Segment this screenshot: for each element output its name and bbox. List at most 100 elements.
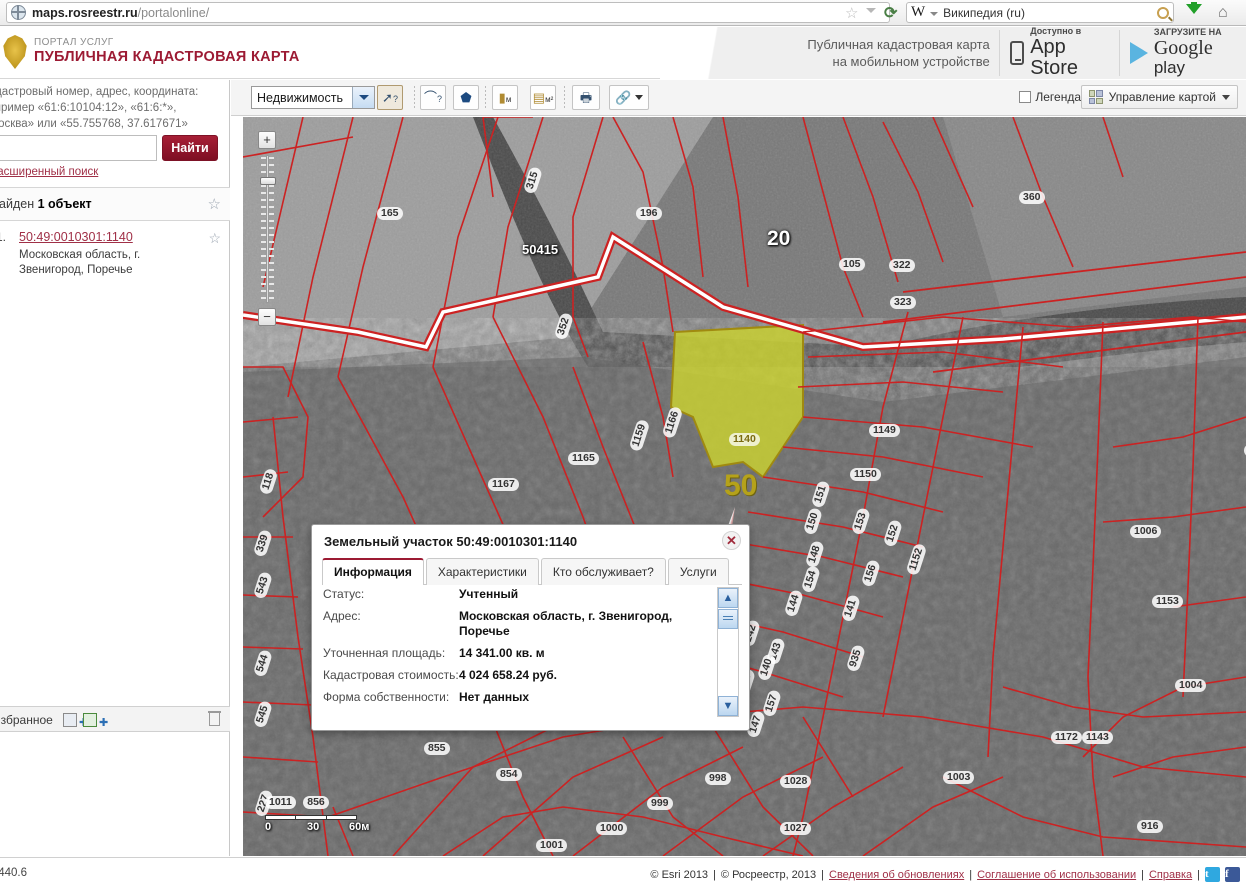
scale-bar-graphic: [265, 815, 357, 820]
google-play-icon: [1129, 42, 1148, 64]
legend-toggle[interactable]: Легенда: [1019, 90, 1081, 104]
search-row: Найти: [0, 135, 222, 161]
map-canvas[interactable]: 165 315 196 50415 20 360 105 322 323 352 1159 1166 1…: [243, 117, 1246, 856]
page-root: maps.rosreestr.ru/portalonline/ ☆ ⟳ W Ви…: [0, 0, 1246, 890]
scale-label-30: 30: [307, 821, 320, 833]
info-field-value: 14 341.00 кв. м: [459, 646, 545, 660]
tab-ктообслуживает[interactable]: Кто обслуживает?: [540, 558, 666, 585]
zoom-out-button[interactable]: −: [258, 308, 276, 326]
close-icon[interactable]: ✕: [722, 531, 741, 550]
polygon-question-tool-button[interactable]: ⬟: [453, 85, 479, 110]
download-icon[interactable]: [1186, 4, 1202, 14]
measure-area-tool-button[interactable]: ▤м²: [530, 85, 556, 110]
bookmark-star-icon[interactable]: ☆: [845, 4, 858, 22]
wikipedia-icon: W: [911, 4, 926, 20]
chevron-down-icon[interactable]: [1222, 94, 1230, 100]
scrollbar-thumb[interactable]: [718, 609, 738, 629]
footer-separator: |: [1141, 868, 1144, 881]
footer-links: © Esri 2013 | © Росреестр, 2013 | Сведен…: [650, 867, 1240, 882]
agreement-link[interactable]: Соглашение об использовании: [977, 869, 1136, 881]
scroll-up-button[interactable]: ▲: [718, 588, 738, 608]
active-tab-mask: [323, 584, 419, 586]
object-type-select[interactable]: Недвижимость: [251, 86, 375, 109]
found-prefix: Найден: [0, 197, 35, 211]
chevron-down-icon[interactable]: [634, 95, 643, 100]
list-item[interactable]: 1. 50:49:0010301:1140 Московская область…: [0, 222, 230, 276]
info-tool-button[interactable]: ➚?: [377, 85, 403, 110]
twitter-icon[interactable]: t: [1205, 867, 1220, 882]
home-icon[interactable]: ⌂: [1218, 4, 1228, 22]
map-toolbar: Недвижимость ➚? ⌒? ⬟ ▮м ▤м² 🖶 🔗 Легенда …: [231, 80, 1246, 116]
address-bar[interactable]: maps.rosreestr.ru/portalonline/: [6, 2, 890, 23]
popup-tabs: Информация Характеристики Кто обслуживает?…: [322, 558, 742, 585]
chevron-down-icon[interactable]: [930, 12, 939, 16]
measure-curve-tool-button[interactable]: ⌒?: [420, 85, 446, 110]
zoom-in-button[interactable]: +: [258, 131, 276, 149]
scroll-down-button[interactable]: ▼: [718, 696, 738, 716]
advanced-search-link[interactable]: Расширенный поиск: [0, 166, 98, 178]
printer-icon: 🖶: [579, 90, 593, 105]
promo-line-2: на мобильном устройстве: [832, 54, 990, 69]
results-header: Найден 1 объект ☆: [0, 188, 230, 221]
info-field-label: Кадастровая стоимость:: [323, 668, 459, 682]
scale-label-0: 0: [265, 821, 272, 833]
import-favorites-icon[interactable]: [63, 713, 77, 727]
result-cadastral-link[interactable]: 50:49:0010301:1140: [19, 230, 133, 244]
esri-copyright: © Esri 2013: [650, 868, 709, 881]
chevron-down-icon[interactable]: [866, 8, 876, 13]
facebook-icon[interactable]: f: [1225, 867, 1240, 882]
info-row: Адрес: Московская область, г. Звенигород,…: [323, 609, 741, 639]
search-icon[interactable]: [1154, 4, 1172, 21]
curve-question-icon: ⌒?: [423, 90, 443, 105]
scale-bar: 1011 856 0 30 60м: [265, 792, 375, 835]
google-play-main-label: Google: [1153, 36, 1213, 59]
zoom-slider-thumb[interactable]: [260, 177, 276, 185]
footer-separator: |: [969, 868, 973, 881]
tab-характеристики[interactable]: Характеристики: [425, 558, 539, 585]
info-field-label: Статус:: [323, 587, 365, 601]
tab-услуги[interactable]: Услуги: [667, 558, 729, 585]
info-row: Форма собственности: Нет данных: [323, 690, 741, 705]
globe-icon: [11, 5, 26, 20]
map-control-button[interactable]: Управление картой: [1080, 85, 1238, 109]
popup-title: Земельный участок 50:49:0010301:1140: [324, 534, 578, 549]
info-field-value: 4 024 658.24 руб.: [459, 668, 557, 682]
footer-separator: |: [821, 868, 825, 881]
help-link[interactable]: Справка: [1149, 869, 1192, 881]
browser-toolbar: maps.rosreestr.ru/portalonline/ ☆ ⟳ W Ви…: [0, 0, 1246, 26]
print-tool-button[interactable]: 🖶: [572, 85, 600, 110]
search-hint-line-3: «Москва» или «55.755768, 37.617671»: [0, 118, 188, 130]
result-address: Московская область, г. Звенигород, Пореч…: [19, 249, 141, 276]
updates-link[interactable]: Сведения об обновлениях: [829, 869, 964, 881]
measure-length-tool-button[interactable]: ▮м: [492, 85, 518, 110]
google-play-badge[interactable]: ЗАГРУЗИТЕ НА Google play: [1120, 27, 1246, 79]
scale-pill-1: 1011: [265, 796, 296, 809]
address-bar-text: maps.rosreestr.ru/portalonline/: [32, 6, 209, 20]
favorites-label: Избранное: [0, 713, 53, 727]
delete-favorites-icon[interactable]: [209, 712, 220, 726]
toolbar-divider: [564, 86, 565, 110]
layers-grid-icon: [1088, 90, 1103, 104]
permalink-tool-button[interactable]: 🔗: [609, 85, 649, 110]
scale-bar-labels: 0 30 60м: [265, 821, 375, 835]
tab-информация[interactable]: Информация: [322, 558, 424, 585]
add-all-to-favorites-icon[interactable]: ☆: [208, 195, 221, 213]
search-input[interactable]: [0, 135, 157, 161]
chevron-down-icon[interactable]: [352, 87, 374, 108]
app-store-badge[interactable]: Доступно в App Store: [1000, 26, 1119, 79]
find-button[interactable]: Найти: [162, 135, 218, 161]
browser-search-box[interactable]: W Википедия (ru): [906, 2, 1174, 23]
favorites-bar: Избранное ✚ ✚: [0, 706, 230, 732]
info-field-label: Форма собственности:: [323, 690, 450, 704]
export-favorites-icon[interactable]: [83, 713, 97, 727]
popup-info-fields: Статус: Учтенный Адрес: Московская область,…: [323, 587, 741, 717]
legend-checkbox[interactable]: [1019, 91, 1032, 103]
popup-scrollbar[interactable]: ▲ ▼: [717, 587, 739, 717]
toolbar-divider: [485, 86, 486, 110]
add-to-favorites-icon[interactable]: ☆: [208, 230, 221, 247]
reload-icon[interactable]: ⟳: [884, 3, 897, 23]
results-count-text: Найден 1 объект: [0, 197, 92, 211]
ruler-length-icon: ▮м: [498, 90, 512, 105]
zoom-control[interactable]: + −: [258, 131, 280, 326]
info-field-label: Уточненная площадь:: [323, 646, 446, 660]
